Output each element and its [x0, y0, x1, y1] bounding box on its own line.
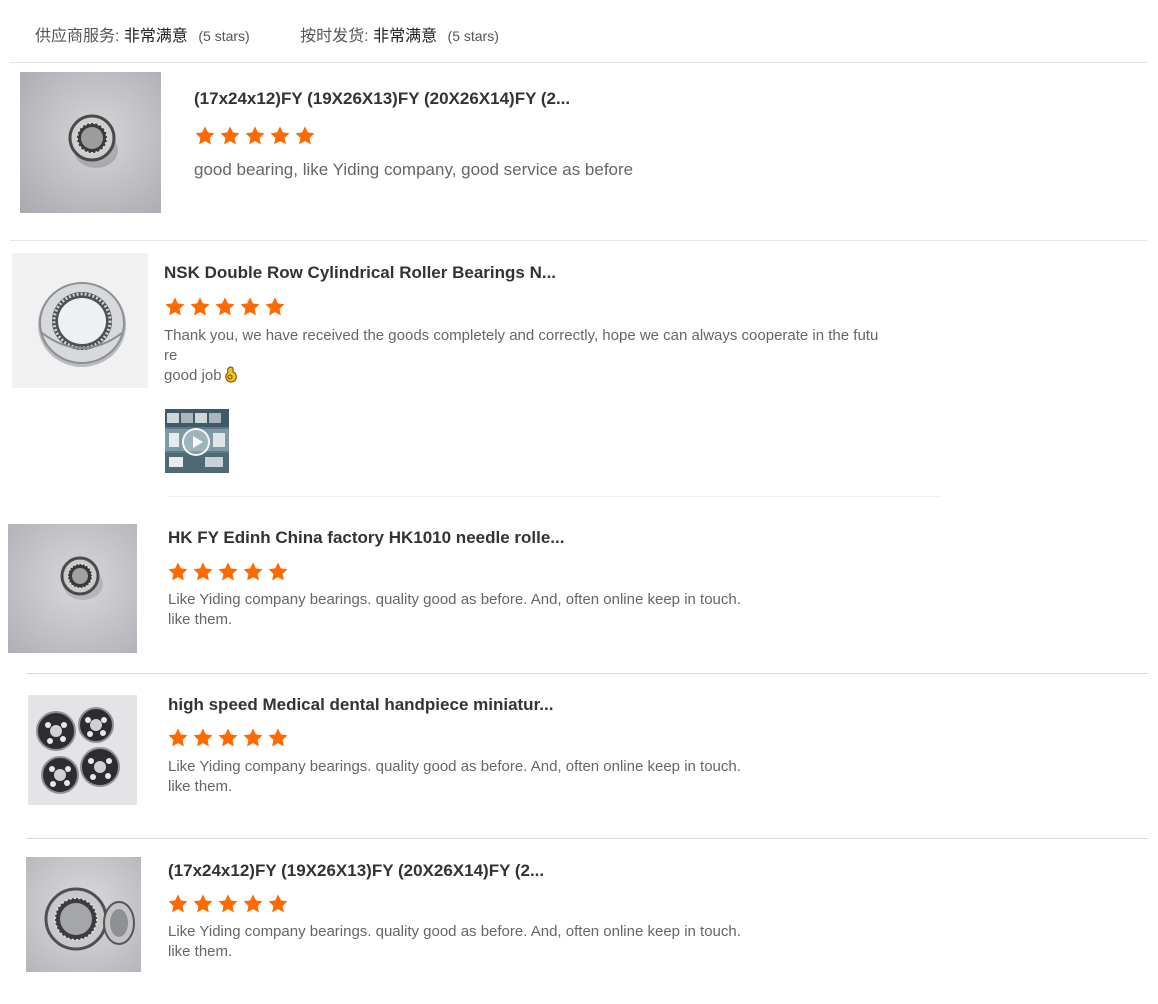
- product-thumbnail[interactable]: [28, 695, 137, 805]
- star-icon: [268, 894, 288, 913]
- product-thumbnail[interactable]: [12, 253, 148, 388]
- star-icon: [243, 894, 263, 913]
- star-icon: [245, 126, 265, 145]
- supplier-service-value: 非常满意: [123, 28, 188, 45]
- star-icon: [295, 126, 315, 145]
- on-time-shipping-stars-note: (5 stars): [447, 28, 499, 44]
- star-icon: [270, 126, 290, 145]
- comment-line: Thank you, we have received the goods co…: [164, 327, 879, 344]
- comment-line: good job: [164, 366, 878, 386]
- star-icon: [218, 894, 238, 913]
- on-time-shipping-label: 按时发货:: [300, 28, 369, 45]
- star-icon: [243, 562, 263, 581]
- star-icon: [168, 894, 188, 913]
- divider: [27, 838, 1148, 839]
- play-icon[interactable]: [182, 428, 210, 456]
- supplier-service-stars-note: (5 stars): [198, 28, 250, 44]
- divider: [10, 62, 1148, 63]
- comment-line: Like Yiding company bearings. quality go…: [168, 758, 741, 775]
- review-video-thumbnail[interactable]: [165, 409, 229, 473]
- comment-line: Like Yiding company bearings. quality go…: [168, 591, 741, 608]
- review-rating-stars: [167, 893, 289, 915]
- supplier-service-label: 供应商服务:: [35, 28, 120, 45]
- star-icon: [220, 126, 240, 145]
- review-rating-stars: [164, 296, 286, 318]
- star-icon: [215, 297, 235, 316]
- review-comment: Thank you, we have received the goods co…: [164, 326, 878, 386]
- star-icon: [218, 728, 238, 747]
- comment-line: good bearing, like Yiding company, good …: [194, 160, 634, 179]
- comment-line: like them.: [168, 611, 233, 628]
- ok-hand-emoji-icon: [224, 366, 237, 383]
- star-icon: [165, 297, 185, 316]
- review-product-title[interactable]: NSK Double Row Cylindrical Roller Bearin…: [164, 263, 556, 283]
- review-rating-stars: [167, 727, 289, 749]
- star-icon: [265, 297, 285, 316]
- review-product-title[interactable]: (17x24x12)FY (19X26X13)FY (20X26X14)FY (…: [194, 89, 570, 109]
- review-comment: Like Yiding company bearings. quality go…: [168, 757, 741, 797]
- review-product-title[interactable]: high speed Medical dental handpiece mini…: [168, 695, 553, 715]
- review-comment: Like Yiding company bearings. quality go…: [168, 922, 741, 962]
- divider: [10, 240, 1148, 241]
- star-icon: [268, 728, 288, 747]
- comment-line: Like Yiding company bearings. quality go…: [168, 923, 741, 940]
- star-icon: [193, 728, 213, 747]
- review-comment: Like Yiding company bearings. quality go…: [168, 590, 741, 630]
- comment-line: like them.: [168, 943, 233, 960]
- review-rating-stars: [167, 561, 289, 583]
- product-thumbnail[interactable]: [20, 72, 161, 213]
- star-icon: [168, 562, 188, 581]
- review-comment: good bearing, like Yiding company, good …: [194, 159, 633, 181]
- comment-line: like them.: [168, 778, 233, 795]
- star-icon: [168, 728, 188, 747]
- star-icon: [190, 297, 210, 316]
- star-icon: [240, 297, 260, 316]
- product-thumbnail[interactable]: [26, 857, 141, 972]
- review-product-title[interactable]: HK FY Edinh China factory HK1010 needle …: [168, 528, 564, 548]
- divider: [27, 673, 1148, 674]
- review-product-title[interactable]: (17x24x12)FY (19X26X13)FY (20X26X14)FY (…: [168, 861, 544, 881]
- rating-summary: 供应商服务: 非常满意 (5 stars) 按时发货: 非常满意 (5 star…: [35, 22, 545, 46]
- on-time-shipping-rating: 按时发货: 非常满意 (5 stars): [300, 22, 499, 46]
- star-icon: [243, 728, 263, 747]
- star-icon: [218, 562, 238, 581]
- star-icon: [193, 562, 213, 581]
- divider: [167, 496, 941, 497]
- star-icon: [195, 126, 215, 145]
- comment-line: re: [164, 347, 178, 364]
- star-icon: [193, 894, 213, 913]
- star-icon: [268, 562, 288, 581]
- comment-line-text: good job: [164, 367, 222, 384]
- review-rating-stars: [194, 125, 316, 147]
- product-thumbnail[interactable]: [8, 524, 137, 653]
- supplier-service-rating: 供应商服务: 非常满意 (5 stars): [35, 22, 250, 46]
- on-time-shipping-value: 非常满意: [373, 28, 438, 45]
